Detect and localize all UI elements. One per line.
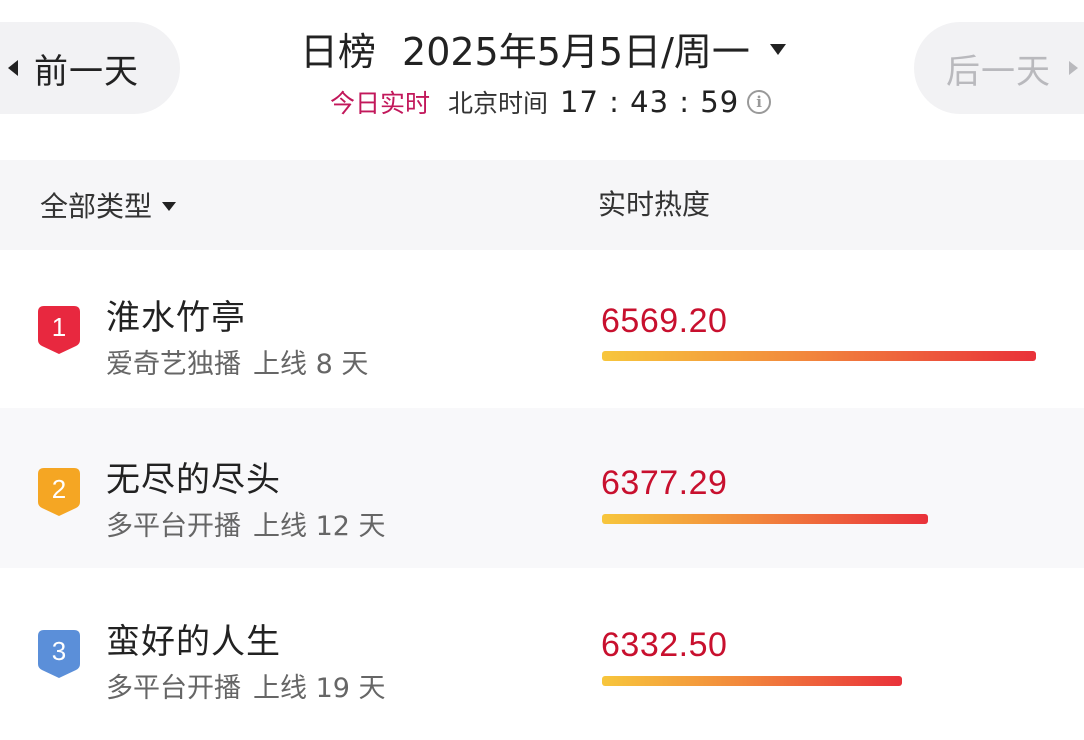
caret-left-icon [8, 60, 18, 76]
ranking-type-label: 日榜 [300, 29, 377, 74]
show-title: 蛮好的人生 [106, 622, 281, 662]
show-title: 淮水竹亭 [106, 298, 246, 338]
platform-label: 爱奇艺独播 [106, 349, 241, 380]
type-filter-label: 全部类型 [40, 190, 153, 223]
column-header: 全部类型 实时热度 [0, 160, 1084, 250]
next-day-button[interactable]: 后一天 [914, 22, 1084, 114]
show-meta: 多平台开播 上线 12 天 [106, 504, 386, 543]
caret-down-icon [769, 43, 786, 55]
realtime-status: 今日实时 北京时间 17 : 43 : 59 i [330, 82, 772, 122]
rank-number: 3 [51, 636, 67, 666]
online-days-label: 上线 8 天 [253, 349, 369, 380]
header: 前一天 日榜 2025年5月5日/周一 今日实时 北京时间 17 : 43 : … [0, 0, 1084, 145]
caret-right-icon [1069, 61, 1078, 75]
rank-badge-icon: 2 [38, 468, 80, 516]
clock: 17 : 43 : 59 [560, 85, 740, 119]
show-meta: 多平台开播 上线 19 天 [106, 666, 386, 705]
previous-day-button[interactable]: 前一天 [0, 22, 180, 114]
platform-label: 多平台开播 [106, 511, 241, 542]
caret-down-icon [162, 201, 177, 211]
heat-bar [602, 351, 1036, 361]
info-icon[interactable]: i [747, 90, 772, 114]
show-title: 无尽的尽头 [106, 460, 281, 500]
platform-label: 多平台开播 [106, 673, 241, 704]
ranking-row[interactable]: 1 淮水竹亭 爱奇艺独播 上线 8 天 6569.20 [0, 250, 1084, 410]
heat-bar [602, 514, 928, 524]
heat-column-label: 实时热度 [598, 188, 711, 221]
heat-bar [602, 676, 903, 686]
show-meta: 爱奇艺独播 上线 8 天 [106, 342, 368, 381]
date-label: 2025年5月5日/周一 [402, 29, 750, 74]
type-filter-dropdown[interactable]: 全部类型 [40, 184, 177, 226]
rank-number: 2 [51, 474, 67, 504]
heat-value: 6569.20 [601, 302, 728, 340]
next-day-label: 后一天 [946, 51, 1051, 92]
daily-ranking-page: 前一天 日榜 2025年5月5日/周一 今日实时 北京时间 17 : 43 : … [0, 0, 1084, 740]
heat-value: 6332.50 [601, 626, 728, 664]
ranking-row[interactable]: 3 蛮好的人生 多平台开播 上线 19 天 6332.50 [0, 570, 1084, 730]
online-days-label: 上线 12 天 [253, 511, 386, 542]
rank-number: 1 [51, 312, 67, 342]
live-tag: 今日实时 [330, 89, 431, 118]
beijing-time-label: 北京时间 [448, 89, 549, 118]
rank-badge-icon: 3 [38, 630, 80, 678]
ranking-row[interactable]: 2 无尽的尽头 多平台开播 上线 12 天 6377.29 [0, 408, 1084, 568]
heat-value: 6377.29 [601, 464, 728, 502]
online-days-label: 上线 19 天 [253, 673, 386, 704]
previous-day-label: 前一天 [34, 51, 139, 92]
rank-badge-icon: 1 [38, 306, 80, 354]
date-selector[interactable]: 日榜 2025年5月5日/周一 [300, 20, 786, 76]
